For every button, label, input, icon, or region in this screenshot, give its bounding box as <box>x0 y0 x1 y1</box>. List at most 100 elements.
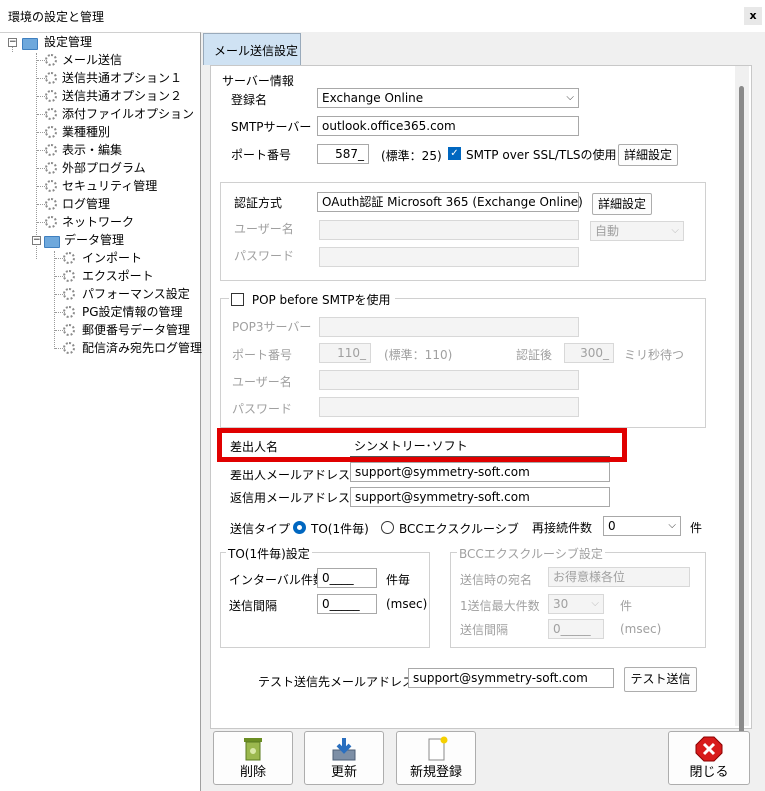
gear-icon <box>45 126 57 138</box>
title-bar: 環境の設定と管理 x <box>0 0 765 32</box>
auth-user-input[interactable] <box>319 220 579 240</box>
interval-input[interactable]: 0_____ <box>317 594 377 614</box>
reg-name-label: 登録名 <box>231 93 268 107</box>
gear-icon <box>45 72 57 84</box>
update-icon <box>332 738 356 761</box>
update-label: 更新 <box>330 765 357 780</box>
pop-port-standard: (標準：110) <box>384 348 453 362</box>
auth-method-value: OAuth認証 Microsoft 365 (Exchange Online) <box>322 195 583 209</box>
gear-icon <box>63 342 75 354</box>
close-button[interactable]: 閉じる <box>668 731 750 785</box>
tree-item-sent-log[interactable]: 配信済み宛先ログ管理 <box>82 339 202 357</box>
bcc-interval-input[interactable]: 0_____ <box>548 619 604 639</box>
interval-count-input[interactable]: 0____ <box>317 568 377 588</box>
auth-method-select[interactable]: OAuth認証 Microsoft 365 (Exchange Online) ⌵ <box>317 192 583 212</box>
new-document-icon <box>428 736 448 761</box>
delete-label: 削除 <box>239 765 266 780</box>
tree-item-performance[interactable]: パフォーマンス設定 <box>82 285 190 303</box>
ssl-label: SMTP over SSL/TLSの使用 <box>466 148 617 162</box>
pop-after-label: 認証後 <box>516 348 553 362</box>
pop-wait-input[interactable]: 300_ <box>564 343 614 363</box>
pop-user-label: ユーザー名 <box>232 375 292 389</box>
interval-label: 送信間隔 <box>229 599 278 613</box>
sender-mail-input[interactable]: support@symmetry-soft.com <box>350 462 610 482</box>
tree-item-export[interactable]: エクスポート <box>82 267 154 285</box>
gear-icon <box>63 252 75 264</box>
pop-password-input[interactable] <box>319 397 579 417</box>
bcc-max-unit: 件 <box>620 599 633 613</box>
auth-user-mode-select[interactable]: 自動 ⌵ <box>590 221 684 241</box>
vertical-scrollbar[interactable] <box>735 66 749 736</box>
retry-select[interactable]: 0 ⌵ <box>603 516 681 536</box>
gear-icon <box>45 54 57 66</box>
tree-item-display-edit[interactable]: 表示・編集 <box>62 141 122 159</box>
bcc-group-legend: BCCエクスクルーシブ設定 <box>457 545 605 562</box>
tree-item-attachment-option[interactable]: 添付ファイルオプション <box>62 105 194 123</box>
gear-icon <box>45 90 57 102</box>
chevron-down-icon: ⌵ <box>671 225 679 236</box>
port-input[interactable]: 587_ <box>317 144 369 164</box>
send-type-to-radio[interactable] <box>293 521 306 534</box>
settings-tree: − 設定管理 メール送信 送信共通オプション１ 送信共通オプション２ 添付ファイ… <box>0 32 202 791</box>
chevron-down-icon: ⌵ <box>566 196 574 207</box>
tree-item-data-management[interactable]: データ管理 <box>64 231 124 249</box>
tree-item-industry-type[interactable]: 業種種別 <box>62 123 110 141</box>
send-type-bcc-radio[interactable] <box>381 521 394 534</box>
send-type-to-label: TO(1件毎) <box>311 522 369 536</box>
delete-button[interactable]: 削除 <box>213 731 293 785</box>
tree-item-external-program[interactable]: 外部プログラム <box>62 159 146 177</box>
tree-root[interactable]: 設定管理 <box>44 33 92 51</box>
tree-item-log[interactable]: ログ管理 <box>62 195 110 213</box>
reg-name-select[interactable]: Exchange Online ⌵ <box>317 88 579 108</box>
update-button[interactable]: 更新 <box>304 731 384 785</box>
pop-port-label: ポート番号 <box>232 348 293 362</box>
gear-icon <box>45 216 57 228</box>
auth-password-label: パスワード <box>234 249 295 263</box>
server-info-legend: サーバー情報 <box>220 72 296 89</box>
gear-icon <box>63 270 75 282</box>
auth-detail-button[interactable]: 詳細設定 <box>592 193 652 215</box>
close-label: 閉じる <box>689 765 729 780</box>
pop-port-input[interactable]: 110_ <box>319 343 371 363</box>
smtp-server-input[interactable]: outlook.office365.com <box>317 116 579 136</box>
collapse-icon[interactable]: − <box>8 38 17 47</box>
chevron-down-icon: ⌵ <box>591 598 599 609</box>
test-mail-input[interactable]: support@symmetry-soft.com <box>408 668 614 688</box>
ssl-checkbox[interactable]: ✓ <box>448 147 461 160</box>
tab-mail-send-settings[interactable]: メール送信設定 <box>203 33 301 65</box>
close-icon[interactable]: x <box>744 7 762 25</box>
retry-unit: 件 <box>690 521 703 535</box>
server-detail-button[interactable]: 詳細設定 <box>618 144 678 166</box>
tree-item-security[interactable]: セキュリティ管理 <box>62 177 157 195</box>
tree-item-network[interactable]: ネットワーク <box>62 213 134 231</box>
interval-count-unit: 件毎 <box>386 573 411 587</box>
gear-icon <box>45 108 57 120</box>
pop-checkbox[interactable] <box>231 293 244 306</box>
gear-icon <box>45 180 57 192</box>
new-register-button[interactable]: 新規登録 <box>396 731 476 785</box>
auth-user-label: ユーザー名 <box>234 222 294 236</box>
auth-password-input[interactable] <box>319 247 579 267</box>
pop-server-input[interactable] <box>319 317 579 337</box>
gear-icon <box>45 144 57 156</box>
bcc-max-select[interactable]: 30 ⌵ <box>548 594 604 614</box>
collapse-icon[interactable]: − <box>32 236 41 245</box>
auth-user-mode-value: 自動 <box>595 224 620 238</box>
bcc-dest-input[interactable]: お得意様各位 <box>548 567 690 587</box>
trash-icon <box>244 738 262 761</box>
reply-mail-input[interactable]: support@symmetry-soft.com <box>350 487 610 507</box>
scrollbar-thumb[interactable] <box>739 86 744 736</box>
tree-item-mail-send[interactable]: メール送信 <box>62 51 122 69</box>
tree-item-import[interactable]: インポート <box>82 249 142 267</box>
tree-item-postal-code[interactable]: 郵便番号データ管理 <box>82 321 190 339</box>
tree-item-pg-settings[interactable]: PG設定情報の管理 <box>82 303 183 321</box>
to-group-legend: TO(1件毎)設定 <box>226 545 312 562</box>
close-red-icon <box>695 736 723 762</box>
chevron-down-icon: ⌵ <box>668 520 676 531</box>
pop-user-input[interactable] <box>319 370 579 390</box>
new-register-label: 新規登録 <box>409 765 462 780</box>
test-send-button[interactable]: テスト送信 <box>624 667 697 692</box>
tab-label: メール送信設定 <box>214 44 299 58</box>
tree-item-common-option-2[interactable]: 送信共通オプション２ <box>62 87 182 105</box>
tree-item-common-option-1[interactable]: 送信共通オプション１ <box>62 69 182 87</box>
